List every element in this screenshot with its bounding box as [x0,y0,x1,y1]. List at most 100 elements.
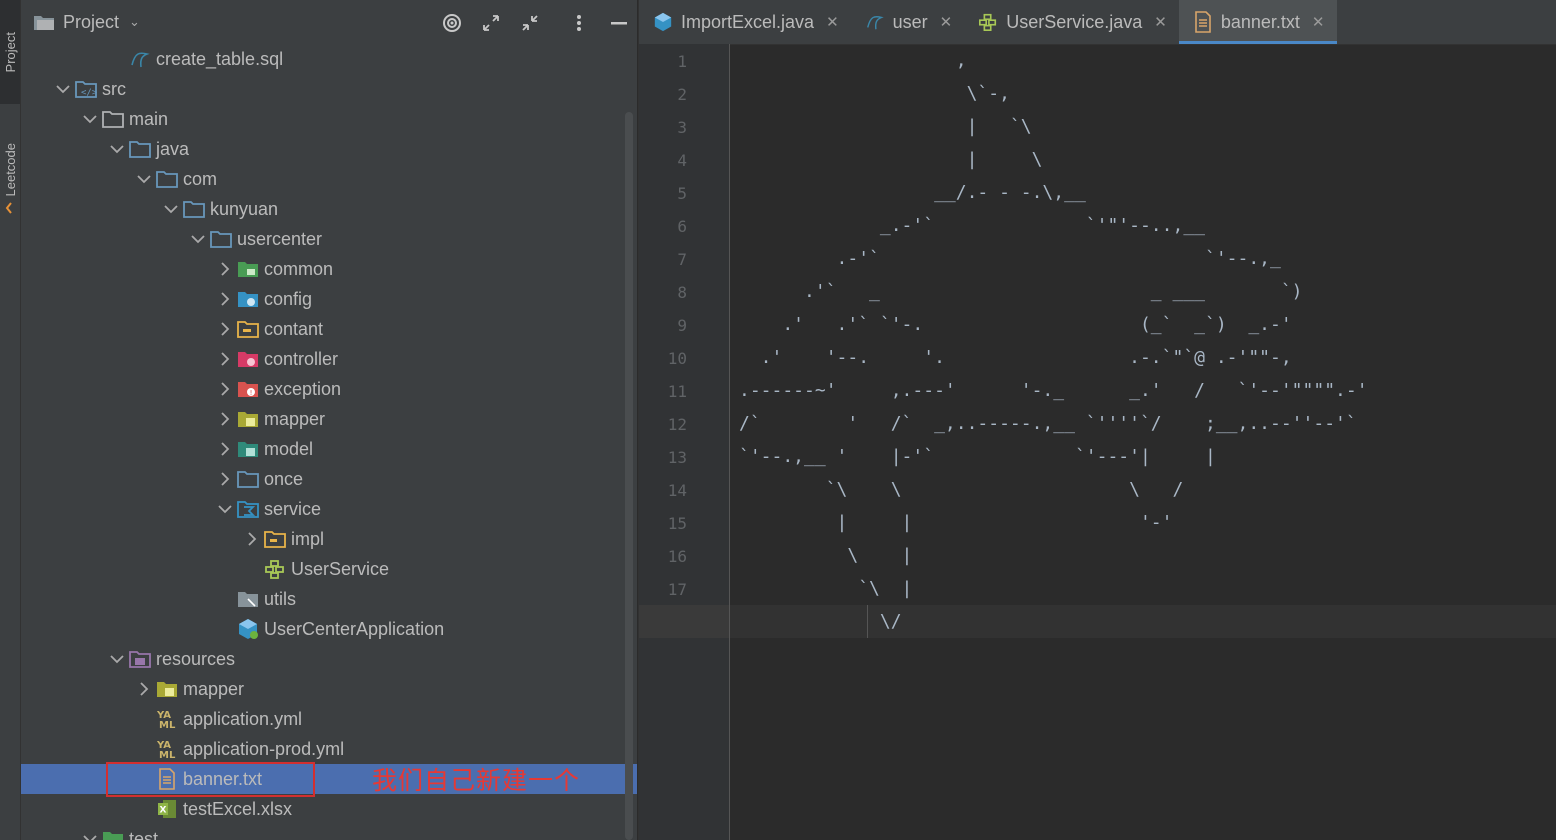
chevron-down-icon[interactable] [216,494,234,524]
code-line[interactable]: .-'` `'--.,_ [739,248,1281,269]
tree-item-label: application-prod.yml [183,738,345,759]
tree-folder-row[interactable]: java [21,134,637,164]
line-number: 14 [667,481,687,500]
project-view-selector[interactable]: Project ⌄ [33,12,140,33]
tree-file-row[interactable]: YA ML application.yml [21,704,637,734]
tree-folder-row[interactable]: impl [21,524,637,554]
tree-folder-row[interactable]: com [21,164,637,194]
editor-tab[interactable]: UserService.java ✕ [964,0,1179,44]
close-icon[interactable]: ✕ [826,13,839,31]
chevron-right-icon[interactable] [135,674,153,704]
tree-scrollbar[interactable] [625,112,633,840]
code-line[interactable]: `\ \ \ / [739,479,1184,500]
code-line[interactable]: | \ [739,149,1043,170]
impl-package-icon [264,528,286,550]
line-number: 15 [667,514,687,533]
tree-folder-row[interactable]: controller [21,344,637,374]
chevron-down-icon[interactable] [189,224,207,254]
close-icon[interactable]: ✕ [1312,13,1325,31]
chevron-right-icon[interactable] [216,284,234,314]
tree-item-label: testExcel.xlsx [183,798,293,819]
source-folder-icon: </> [75,78,97,100]
code-line[interactable]: __/.- - -.\,__ [739,182,1086,203]
tree-file-row[interactable]: UserCenterApplication [21,614,637,644]
chevron-right-icon[interactable] [216,404,234,434]
code-line[interactable]: | | '-' [739,512,1173,533]
hide-panel-icon[interactable] [608,12,630,34]
code-line[interactable]: /` ' /` _,..-----.,__ `''''`/ ;__,..--''… [739,413,1357,434]
code-line[interactable]: .' '--. '. .-.`"`@ .-'""-, [739,347,1292,368]
tree-item-label: resources [156,648,236,669]
tree-folder-row[interactable]: common [21,254,637,284]
tree-folder-row[interactable]: ! exception [21,374,637,404]
code-line[interactable]: \/ [739,611,902,632]
leetcode-tool-tab[interactable]: Leetcode [0,118,20,222]
tree-folder-row[interactable]: kunyuan [21,194,637,224]
tree-file-row[interactable]: YA ML application-prod.yml [21,734,637,764]
tree-folder-row[interactable]: model [21,434,637,464]
code-line[interactable]: _.-'` `'"'--..,__ [739,215,1205,236]
tree-file-row[interactable]: UserService [21,554,637,584]
tree-folder-row[interactable]: test [21,824,637,840]
tree-item-label: com [183,168,218,189]
close-icon[interactable]: ✕ [1154,13,1167,31]
tree-item-label: create_table.sql [156,48,284,69]
editor-tab[interactable]: ImportExcel.java ✕ [639,0,851,44]
tree-folder-row[interactable]: service [21,494,637,524]
tree-folder-row[interactable]: contant [21,314,637,344]
code-line[interactable]: `\ | [739,578,912,599]
svg-text:ML: ML [159,720,176,730]
project-tool-tab[interactable]: Project [0,0,20,104]
tree-item-label: common [264,258,334,279]
code-line[interactable]: \`-, [739,83,1010,104]
package-icon [183,198,205,220]
editor-tab[interactable]: banner.txt ✕ [1178,0,1337,44]
chevron-right-icon[interactable] [216,254,234,284]
code-line[interactable]: .'` _ _ ___ `) [739,281,1303,302]
line-number: 17 [667,580,687,599]
project-title: Project [63,11,120,32]
tree-item-label: test [129,828,159,840]
chevron-down-icon[interactable] [54,74,72,104]
code-line[interactable]: \ | [739,545,912,566]
chevron-down-icon[interactable] [135,164,153,194]
chevron-right-icon[interactable] [216,344,234,374]
code-line[interactable]: , [739,50,967,71]
code-line[interactable]: `'--.,__ ' |-'` `'---'| | [739,446,1216,467]
expand-all-icon[interactable] [480,12,502,34]
locate-target-icon[interactable] [441,12,463,34]
svg-text:X: X [160,806,167,816]
collapse-all-icon[interactable] [519,12,541,34]
line-number: 9 [677,316,687,335]
code-line[interactable]: .' .'` `'-. (_` _`) _.-' [739,314,1291,335]
chevron-right-icon[interactable] [216,434,234,464]
tool-window-strip: Project Leetcode [0,0,21,840]
code-line[interactable]: .------~' ,.---' '-._ _.' / `'--'"""".-' [739,380,1368,401]
tree-folder-row[interactable]: usercenter [21,224,637,254]
editor-tab[interactable]: user ✕ [851,0,965,44]
tree-folder-row[interactable]: mapper [21,404,637,434]
tree-folder-row[interactable]: resources [21,644,637,674]
tree-folder-row[interactable]: main [21,104,637,134]
chevron-right-icon[interactable] [216,374,234,404]
chevron-down-icon[interactable] [108,644,126,674]
code-line[interactable]: | `\ [739,116,1032,137]
close-icon[interactable]: ✕ [940,13,953,31]
tree-folder-row[interactable]: </> src [21,74,637,104]
tree-folder-row[interactable]: once [21,464,637,494]
tree-folder-row[interactable]: config [21,284,637,314]
tree-file-row[interactable]: XtestExcel.xlsx [21,794,637,824]
chevron-down-icon[interactable] [108,134,126,164]
chevron-right-icon[interactable] [216,464,234,494]
tree-item-label: src [102,78,126,99]
tree-file-row[interactable]: create_table.sql [21,44,637,74]
chevron-down-icon[interactable] [81,824,99,840]
chevron-right-icon[interactable] [216,314,234,344]
tree-folder-row[interactable]: mapper [21,674,637,704]
chevron-down-icon[interactable] [162,194,180,224]
options-menu-icon[interactable] [568,12,590,34]
chevron-down-icon[interactable] [81,104,99,134]
chevron-right-icon[interactable] [243,524,261,554]
tree-folder-row[interactable]: utils [21,584,637,614]
